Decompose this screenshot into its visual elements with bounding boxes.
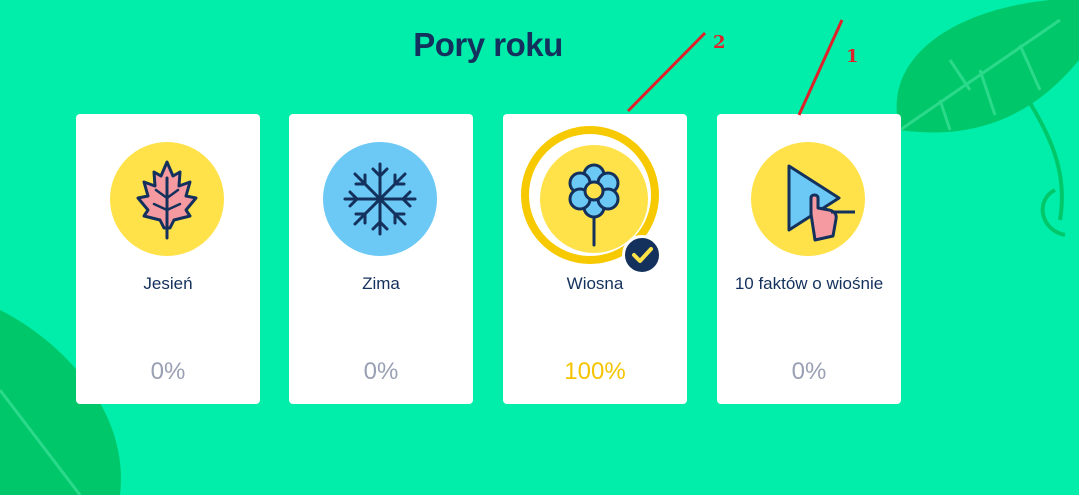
- annotation-line-1: [797, 19, 844, 116]
- annotation-label-1: 1: [846, 46, 859, 67]
- annotation-line-2: [626, 31, 707, 113]
- annotation-arrows: [626, 19, 844, 116]
- annotation-label-2: 2: [713, 32, 726, 53]
